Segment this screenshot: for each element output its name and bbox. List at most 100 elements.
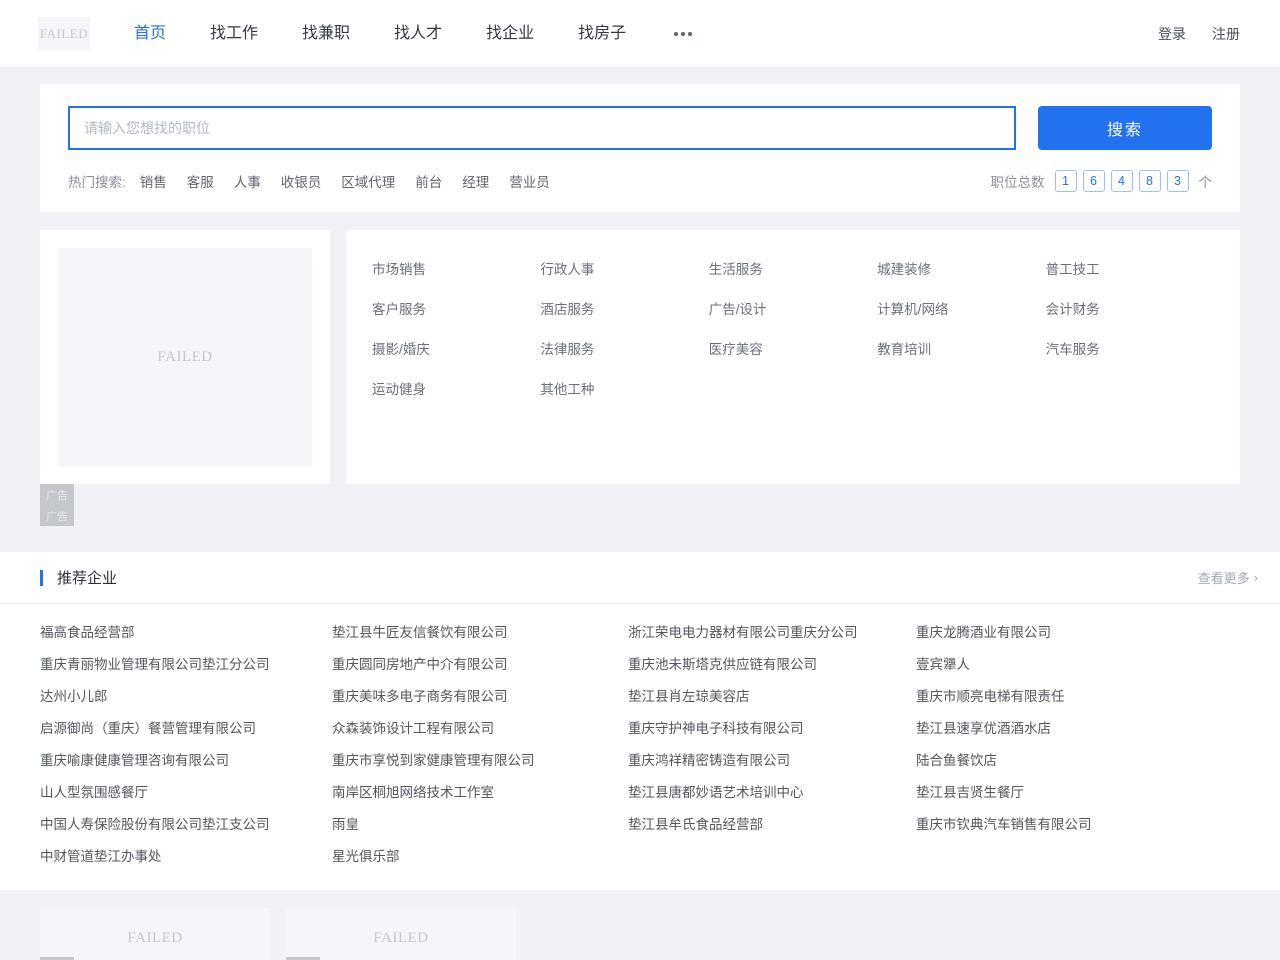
main-nav: 首页 找工作 找兼职 找人才 找企业 找房子 [112, 0, 718, 68]
search-button[interactable]: 搜索 [1038, 106, 1212, 150]
company-item[interactable]: 启源御尚（重庆）餐营管理有限公司 [40, 718, 332, 740]
category-panel: 市场销售 行政人事 生活服务 城建装修 普工技工 客户服务 酒店服务 广告/设计… [346, 230, 1240, 484]
company-item[interactable]: 中财管道垫江办事处 [40, 846, 332, 868]
job-count-digit: 4 [1110, 170, 1133, 192]
search-row: 搜索 [68, 106, 1212, 150]
section-title: 推荐企业 [57, 570, 118, 587]
category-item[interactable]: 教育培训 [877, 338, 1045, 358]
job-count-unit: 个 [1198, 175, 1213, 190]
job-count-digit: 8 [1138, 170, 1161, 192]
company-item[interactable]: 重庆喻康健康管理咨询有限公司 [40, 750, 332, 772]
job-count-digit: 1 [1054, 170, 1077, 192]
company-item[interactable]: 垫江县唐都妙语艺术培训中心 [628, 782, 916, 804]
category-item[interactable]: 客户服务 [372, 298, 540, 318]
company-item[interactable]: 垫江县牛匠友信餐饮有限公司 [332, 622, 628, 644]
nav-item-find-companies[interactable]: 找企业 [464, 0, 556, 68]
hot-keyword[interactable]: 前台 [415, 171, 442, 191]
hot-keyword[interactable]: 区域代理 [341, 171, 395, 191]
company-item[interactable]: 垫江县速享优酒酒水店 [916, 718, 1240, 740]
category-item[interactable]: 广告/设计 [709, 298, 877, 318]
account-actions: 登录 注册 [1158, 24, 1240, 44]
ad-image-placeholder: FAILED [58, 248, 312, 466]
category-item[interactable]: 摄影/婚庆 [372, 338, 540, 358]
category-item[interactable]: 运动健身 [372, 378, 540, 398]
nav-item-find-jobs[interactable]: 找工作 [188, 0, 280, 68]
company-item[interactable]: 垫江县牟氏食品经营部 [628, 814, 916, 836]
hot-keyword[interactable]: 客服 [187, 171, 214, 191]
company-item[interactable]: 山人型氛围感餐厅 [40, 782, 332, 804]
ad-image-placeholder: FAILED [373, 929, 429, 946]
company-item[interactable]: 星光俱乐部 [332, 846, 628, 868]
category-item[interactable]: 计算机/网络 [877, 298, 1045, 318]
login-link[interactable]: 登录 [1158, 24, 1186, 44]
company-item[interactable]: 众森装饰设计工程有限公司 [332, 718, 628, 740]
ellipsis-icon[interactable] [648, 31, 718, 36]
job-count-label: 职位总数 [990, 175, 1045, 190]
view-more-label: 查看更多 [1197, 571, 1250, 586]
site-logo[interactable]: FAILED [38, 16, 90, 51]
company-item[interactable]: 重庆池未斯塔克供应链有限公司 [628, 654, 916, 676]
left-banner-ad[interactable]: FAILED 广告 广告 [40, 230, 330, 526]
company-item[interactable]: 重庆市钦典汽车销售有限公司 [916, 814, 1240, 836]
company-item[interactable]: 重庆市顺亮电梯有限责任 [916, 686, 1240, 708]
hot-keyword[interactable]: 营业员 [509, 171, 550, 191]
nav-item-find-housing[interactable]: 找房子 [556, 0, 648, 68]
company-item[interactable]: 壹宾犟人 [916, 654, 1240, 676]
company-item[interactable]: 重庆青丽物业管理有限公司垫江分公司 [40, 654, 332, 676]
hot-keyword[interactable]: 经理 [462, 171, 489, 191]
company-item[interactable]: 重庆美味多电子商务有限公司 [332, 686, 628, 708]
company-item[interactable]: 重庆守护神电子科技有限公司 [628, 718, 916, 740]
category-item[interactable]: 城建装修 [877, 258, 1045, 278]
company-item[interactable]: 重庆龙腾酒业有限公司 [916, 622, 1240, 644]
hot-search-list: 销售 客服 人事 收银员 区域代理 前台 经理 营业员 [140, 171, 550, 191]
view-more-link[interactable]: 查看更多 › [1198, 568, 1258, 587]
category-item[interactable]: 汽车服务 [1046, 338, 1214, 358]
category-item[interactable]: 医疗美容 [709, 338, 877, 358]
bottom-banner-ad[interactable]: FAILED 广告 [286, 908, 516, 960]
bottom-ads-row: FAILED 广告 FAILED 广告 [40, 908, 1240, 960]
category-item[interactable]: 酒店服务 [540, 298, 708, 318]
company-item[interactable]: 垫江县肖左琼美容店 [628, 686, 916, 708]
category-item[interactable]: 市场销售 [372, 258, 540, 278]
job-count-display: 职位总数 1 6 4 8 3 个 [990, 170, 1213, 192]
bottom-banner-ad[interactable]: FAILED 广告 [40, 908, 270, 960]
ad-tag-group: 广告 广告 [40, 484, 74, 526]
company-item[interactable]: 达州小儿郎 [40, 686, 332, 708]
search-panel: 搜索 热门搜索: 销售 客服 人事 收银员 区域代理 前台 经理 营业员 职位总… [40, 84, 1240, 212]
ad-image-placeholder: FAILED [127, 929, 183, 946]
company-item[interactable]: 重庆圆同房地产中介有限公司 [332, 654, 628, 676]
hot-keyword[interactable]: 收银员 [281, 171, 322, 191]
company-item[interactable]: 浙江荣电电力器材有限公司重庆分公司 [628, 622, 916, 644]
hot-keyword[interactable]: 销售 [140, 171, 167, 191]
company-item[interactable]: 中国人寿保险股份有限公司垫江支公司 [40, 814, 332, 836]
chevron-right-icon: › [1253, 570, 1258, 585]
company-item[interactable]: 陆合鱼餐饮店 [916, 750, 1240, 772]
ad-badge: 广告 [40, 484, 74, 505]
hot-search-label: 热门搜索: [68, 175, 126, 190]
company-item[interactable]: 南岸区桐旭网络技术工作室 [332, 782, 628, 804]
category-item[interactable]: 法律服务 [540, 338, 708, 358]
category-item[interactable]: 其他工种 [540, 378, 708, 398]
bottom-ads-wrap: FAILED 广告 FAILED 广告 [40, 908, 1240, 960]
company-item[interactable]: 重庆鸿祥精密铸造有限公司 [628, 750, 916, 772]
nav-item-find-talent[interactable]: 找人才 [372, 0, 464, 68]
category-item[interactable]: 普工技工 [1046, 258, 1214, 278]
company-item[interactable]: 重庆市享悦到家健康管理有限公司 [332, 750, 628, 772]
category-grid: 市场销售 行政人事 生活服务 城建装修 普工技工 客户服务 酒店服务 广告/设计… [372, 258, 1214, 398]
category-item[interactable]: 生活服务 [709, 258, 877, 278]
nav-item-find-parttime[interactable]: 找兼职 [280, 0, 372, 68]
nav-item-home[interactable]: 首页 [112, 0, 188, 68]
company-item[interactable]: 福高食品经营部 [40, 622, 332, 644]
ad-badge: 广告 [40, 505, 74, 526]
register-link[interactable]: 注册 [1212, 24, 1240, 44]
mid-section: FAILED 广告 广告 市场销售 行政人事 生活服务 城建装修 普工技工 客户… [40, 230, 1240, 526]
category-item[interactable]: 会计财务 [1046, 298, 1214, 318]
category-item[interactable]: 行政人事 [540, 258, 708, 278]
company-item[interactable]: 雨皇 [332, 814, 628, 836]
search-input[interactable] [68, 106, 1016, 150]
job-count-digit: 3 [1166, 170, 1189, 192]
hot-keyword[interactable]: 人事 [234, 171, 261, 191]
recommended-companies-panel: 推荐企业 查看更多 › 福高食品经营部 垫江县牛匠友信餐饮有限公司 浙江荣电电力… [0, 552, 1280, 890]
search-meta-row: 热门搜索: 销售 客服 人事 收银员 区域代理 前台 经理 营业员 职位总数 1… [68, 170, 1212, 192]
company-item[interactable]: 垫江县吉贤生餐厅 [916, 782, 1240, 804]
